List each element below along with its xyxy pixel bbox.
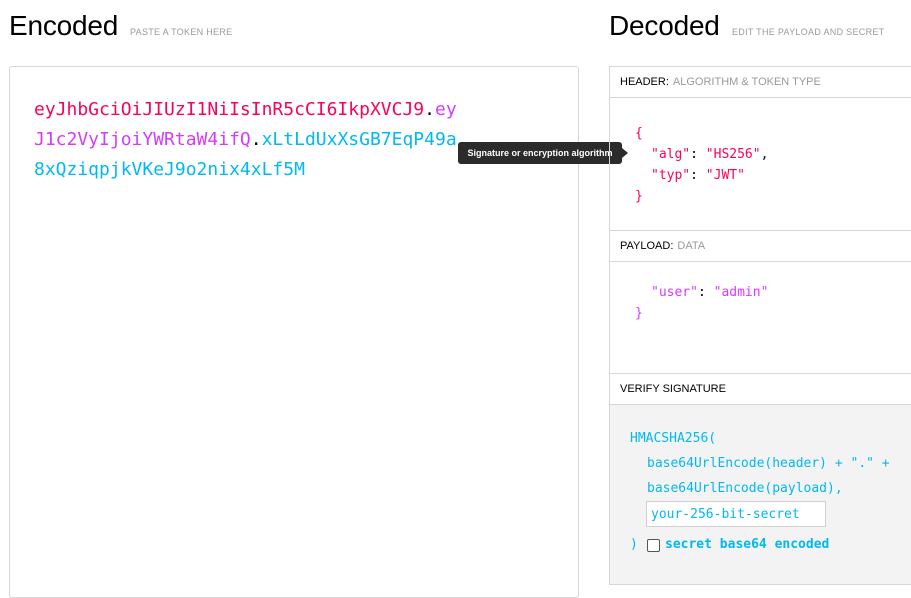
json-line-user: "user": "admin"	[651, 282, 768, 303]
json-key: "alg"	[651, 147, 691, 162]
json-sep: :	[697, 285, 714, 300]
token-payload-segment: J1c2VyIjoiYWRtaW4ifQ	[34, 129, 251, 150]
hmac-function: HMACSHA256(	[630, 431, 717, 446]
header-panel-title: HEADER: ALGORITHM & TOKEN TYPE	[610, 67, 911, 98]
header-label: HEADER:	[620, 76, 669, 88]
header-sublabel: ALGORITHM & TOKEN TYPE	[672, 76, 821, 88]
decoded-title: Decoded	[609, 10, 720, 41]
secret-input[interactable]	[646, 501, 826, 527]
token-signature-segment: 8xQziqpjkVKeJ9o2nix4xLf5M	[34, 159, 305, 180]
verify-body: HMACSHA256( base64UrlEncode(header) + ".…	[610, 405, 911, 585]
json-value: "admin"	[713, 285, 769, 300]
payload-sublabel: DATA	[677, 240, 706, 252]
payload-json-editor[interactable]: "user": "admin" }	[610, 262, 911, 374]
hmac-payload-arg: base64UrlEncode(payload),	[647, 481, 843, 496]
decoded-subtitle: EDIT THE PAYLOAD AND SECRET	[732, 27, 885, 37]
hmac-close-paren: )	[630, 537, 638, 552]
json-comma: ,	[760, 147, 769, 162]
json-sep: :	[690, 168, 706, 183]
token-header-segment: eyJhbGciOiJIUzI1NiIsInR5cCI6IkpXVCJ9	[34, 99, 425, 120]
json-key: "user"	[651, 285, 698, 300]
encoded-subtitle: PASTE A TOKEN HERE	[130, 27, 233, 37]
json-brace: }	[635, 189, 643, 204]
json-line-typ: "typ": "JWT"	[651, 165, 745, 186]
header-panel: HEADER: ALGORITHM & TOKEN TYPE { "alg": "…	[609, 66, 911, 232]
token-dot: .	[424, 99, 435, 120]
json-line-alg: "alg": "HS256",	[651, 144, 768, 165]
token-payload-segment: ey	[434, 99, 457, 120]
json-key: "typ"	[651, 168, 691, 183]
json-brace: {	[635, 126, 643, 141]
base64-checkbox[interactable]	[647, 539, 660, 552]
header-json-editor[interactable]: { "alg": "HS256", "typ": "JWT" }	[610, 98, 911, 231]
json-sep: :	[690, 147, 706, 162]
verify-signature-panel: VERIFY SIGNATURE HMACSHA256( base64UrlEn…	[609, 373, 911, 585]
verify-panel-title: VERIFY SIGNATURE	[610, 374, 911, 405]
payload-panel: PAYLOAD: DATA "user": "admin" }	[609, 230, 911, 375]
json-brace: }	[635, 306, 643, 321]
payload-label: PAYLOAD:	[620, 240, 674, 252]
token-text[interactable]: eyJhbGciOiJIUzI1NiIsInR5cCI6IkpXVCJ9.ey …	[34, 95, 514, 185]
json-value: "JWT"	[705, 168, 745, 183]
base64-checkbox-label[interactable]: secret base64 encoded	[665, 534, 829, 555]
signature-tooltip: Signature or encryption algorithm	[458, 142, 628, 164]
token-dot: .	[250, 129, 262, 150]
json-value: "HS256"	[705, 147, 761, 162]
token-signature-segment: xLtLdUxXsGB7EqP49a	[261, 129, 457, 150]
hmac-header-arg: base64UrlEncode(header) + "." +	[647, 456, 890, 471]
encoded-title: Encoded	[9, 10, 119, 41]
payload-panel-title: PAYLOAD: DATA	[610, 231, 911, 262]
